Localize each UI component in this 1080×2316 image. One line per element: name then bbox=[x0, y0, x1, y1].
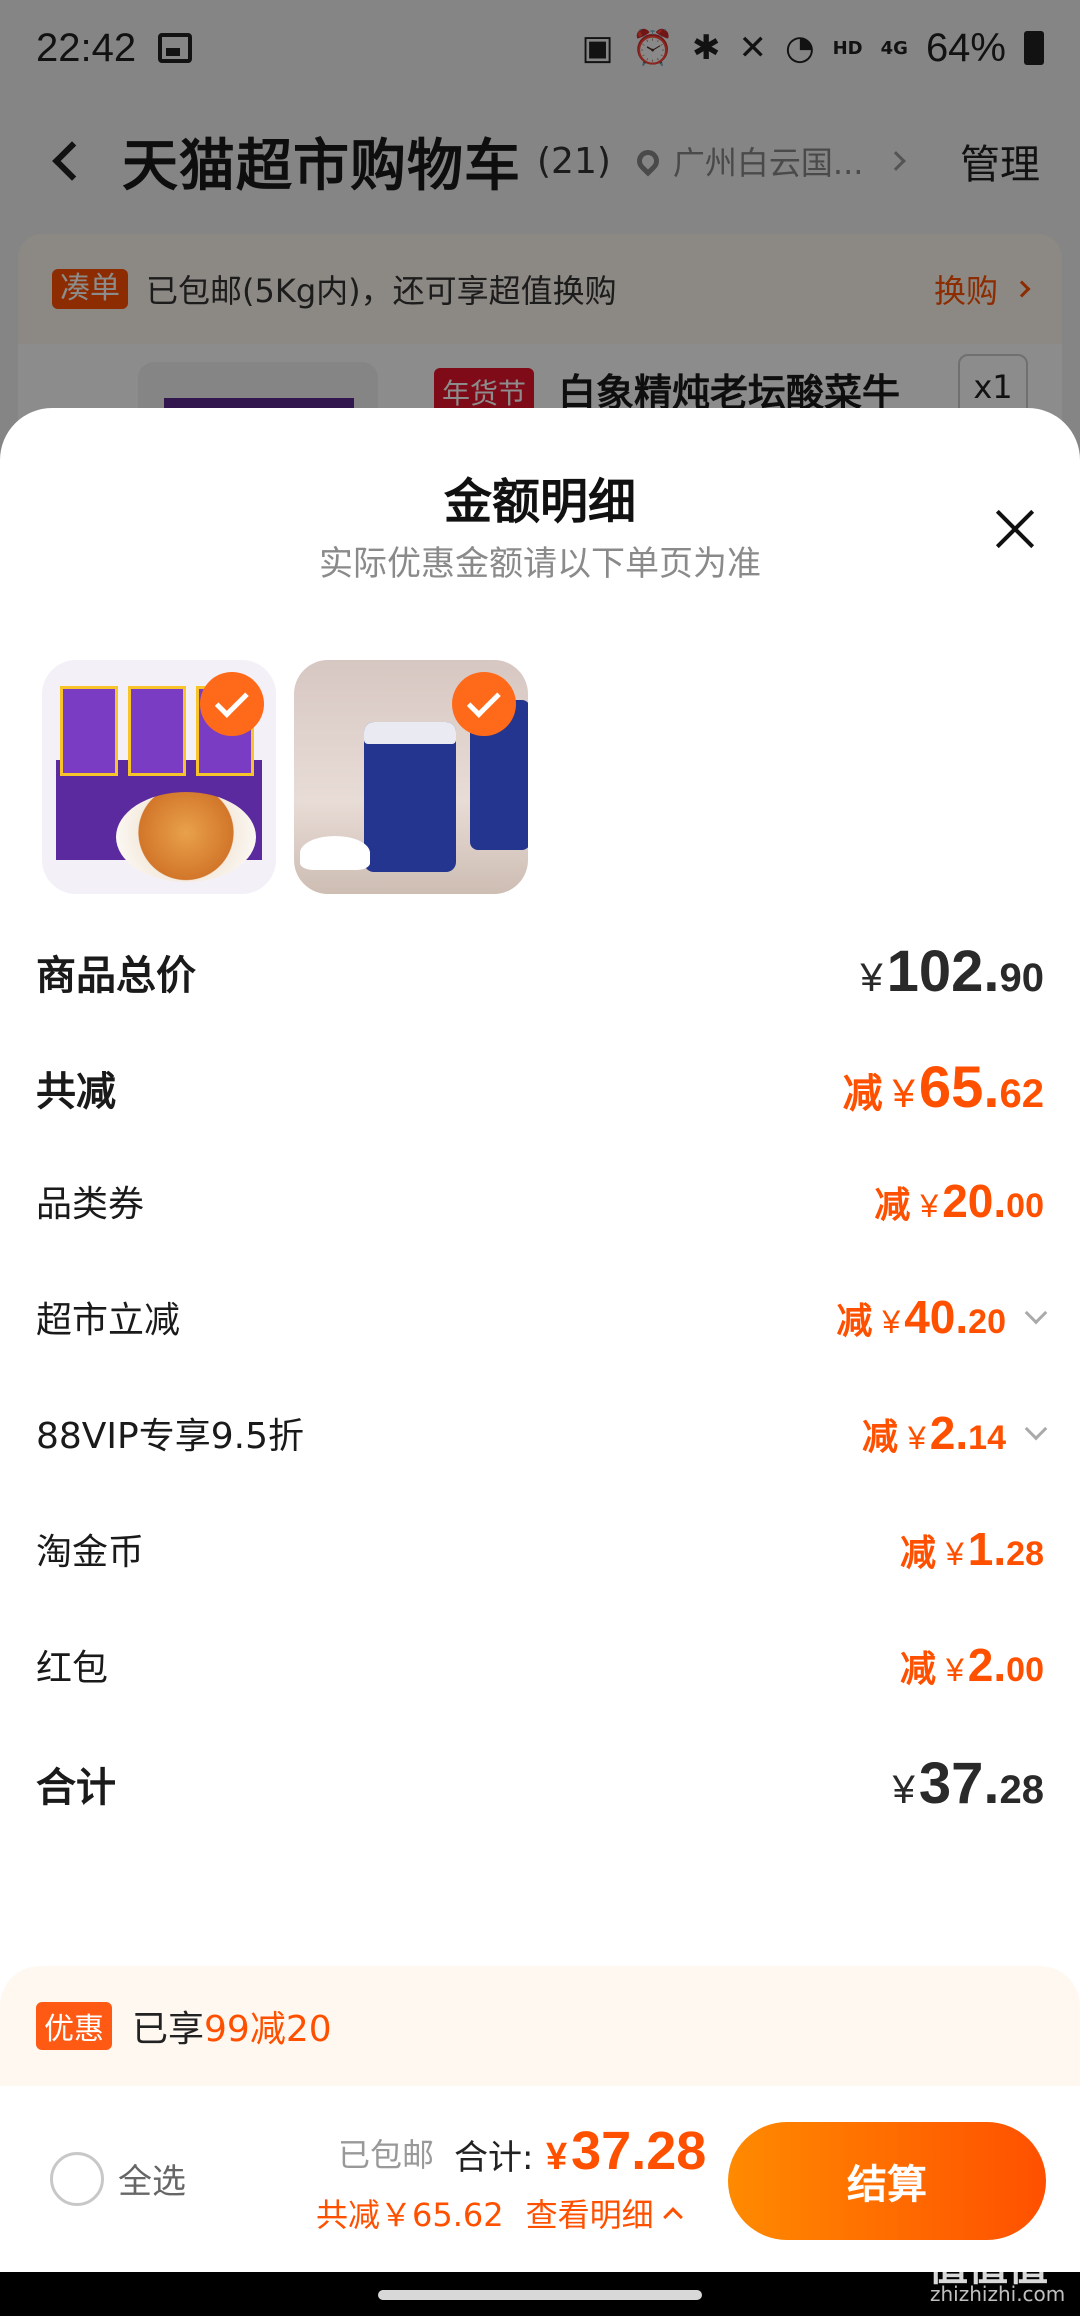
amount-dec: 90 bbox=[999, 956, 1045, 1000]
checkout-button[interactable]: 结算 bbox=[728, 2122, 1046, 2240]
yen-sign: ¥ bbox=[892, 1072, 915, 1116]
minus-prefix: 减 bbox=[874, 1184, 911, 1225]
yen-sign: ¥ bbox=[908, 1420, 926, 1456]
row-taojin-coins: 淘金币 减 ¥1. 28 bbox=[36, 1522, 1044, 1576]
sheet-subtitle: 实际优惠金额请以下单页为准 bbox=[319, 544, 761, 584]
chevron-down-icon[interactable] bbox=[1024, 1301, 1048, 1325]
coupon-summary-bar: 优惠 已享99减20 bbox=[0, 1966, 1080, 2086]
product-image-noodles[interactable] bbox=[42, 660, 276, 894]
minus-prefix: 减 bbox=[899, 1532, 936, 1573]
minus-prefix: 减 bbox=[842, 1072, 883, 1116]
row-label: 88VIP专享9.5折 bbox=[36, 1416, 305, 1457]
minus-prefix: 减 bbox=[861, 1416, 898, 1457]
yen-sign: ¥ bbox=[920, 1188, 939, 1224]
row-category-coupon: 品类券 减 ¥20. 00 bbox=[36, 1174, 1044, 1228]
noodle-pack-graphic bbox=[128, 686, 186, 776]
savings-text: 共减￥65.62 bbox=[316, 2196, 504, 2234]
row-label: 共减 bbox=[36, 1068, 116, 1115]
yen-sign: ¥ bbox=[946, 1652, 964, 1688]
row-value: 减 ¥65. 62 bbox=[843, 1054, 1044, 1121]
amount-int: 65. bbox=[918, 1055, 1000, 1120]
amount-value: 37.28 bbox=[571, 2121, 707, 2181]
watermark-url: zhizhizhi.com bbox=[930, 2282, 1066, 2306]
salt-mound-graphic bbox=[300, 836, 370, 870]
row-value: 减 ¥2. 14 bbox=[861, 1406, 1048, 1460]
amount-dec: 28 bbox=[1006, 1535, 1044, 1573]
amount-dec: 62 bbox=[999, 1072, 1045, 1116]
amount-int: 1. bbox=[967, 1523, 1007, 1575]
product-image-salt[interactable] bbox=[294, 660, 528, 894]
row-value: 减 ¥2. 00 bbox=[900, 1638, 1044, 1692]
check-icon[interactable] bbox=[200, 672, 264, 736]
amount-dec: 28 bbox=[999, 1768, 1045, 1812]
total-amount: ¥37.28 bbox=[546, 2120, 706, 2182]
minus-prefix: 减 bbox=[899, 1648, 936, 1689]
check-icon[interactable] bbox=[452, 672, 516, 736]
minus-prefix: 减 bbox=[836, 1300, 873, 1341]
amount-int: 102. bbox=[886, 939, 1000, 1004]
close-icon[interactable] bbox=[990, 504, 1040, 554]
row-label: 红包 bbox=[36, 1648, 109, 1689]
select-all-label[interactable]: 全选 bbox=[118, 2154, 186, 2203]
yen-sign: ¥ bbox=[946, 1536, 964, 1572]
row-label: 超市立减 bbox=[36, 1300, 181, 1341]
coupon-text: 已享99减20 bbox=[132, 2000, 332, 2052]
row-value: 减 ¥40. 20 bbox=[836, 1290, 1048, 1344]
yen-sign: ¥ bbox=[882, 1304, 901, 1340]
row-subtotal: 商品总价 ¥102. 90 bbox=[36, 938, 1044, 1005]
amount-int: 20. bbox=[942, 1175, 1007, 1227]
salt-can-graphic bbox=[364, 722, 456, 872]
amount-dec: 14 bbox=[968, 1419, 1006, 1457]
row-total: 合计 ¥37. 28 bbox=[36, 1750, 1044, 1817]
row-value: 减 ¥1. 28 bbox=[900, 1522, 1044, 1576]
amount-dec: 20 bbox=[968, 1303, 1006, 1341]
amount-int: 2. bbox=[967, 1639, 1007, 1691]
row-label: 商品总价 bbox=[36, 952, 196, 999]
yen-sign: ¥ bbox=[892, 1768, 915, 1812]
row-value: ¥102. 90 bbox=[860, 938, 1044, 1005]
amount-dec: 00 bbox=[1006, 1651, 1044, 1689]
amount-int: 2. bbox=[929, 1407, 969, 1459]
view-detail-link[interactable]: 查看明细 bbox=[526, 2190, 654, 2236]
savings-line: 共减￥65.62 查看明细 bbox=[316, 2190, 683, 2236]
noodle-bowl-graphic bbox=[116, 792, 256, 882]
row-vip-discount[interactable]: 88VIP专享9.5折 减 ¥2. 14 bbox=[36, 1406, 1048, 1460]
select-all-radio[interactable] bbox=[50, 2152, 104, 2206]
row-value: ¥37. 28 bbox=[893, 1750, 1044, 1817]
row-label: 品类券 bbox=[36, 1184, 145, 1225]
row-value: 减 ¥20. 00 bbox=[874, 1174, 1044, 1228]
yen-sign: ¥ bbox=[860, 956, 883, 1000]
chevron-down-icon[interactable] bbox=[1024, 1417, 1048, 1441]
amount-int: 40. bbox=[904, 1291, 969, 1343]
row-red-packet: 红包 减 ¥2. 00 bbox=[36, 1638, 1044, 1692]
coupon-highlight: 99减20 bbox=[204, 2009, 332, 2050]
row-label: 合计 bbox=[36, 1764, 116, 1811]
coupon-tag: 优惠 bbox=[36, 2002, 112, 2050]
amount-int: 37. bbox=[918, 1751, 1000, 1816]
coupon-prefix: 已享 bbox=[132, 2009, 205, 2050]
chevron-up-icon[interactable] bbox=[662, 2207, 683, 2227]
row-label: 淘金币 bbox=[36, 1532, 145, 1573]
noodle-pack-graphic bbox=[60, 686, 118, 776]
yen-sign: ¥ bbox=[546, 2136, 568, 2178]
total-label: 合计: bbox=[454, 2138, 534, 2178]
home-indicator[interactable] bbox=[378, 2290, 702, 2300]
sheet-title: 金额明细 bbox=[443, 474, 636, 530]
row-total-discount: 共减 减 ¥65. 62 bbox=[36, 1054, 1044, 1121]
free-shipping-label: 已包邮 bbox=[338, 2136, 435, 2174]
amount-dec: 00 bbox=[1006, 1187, 1044, 1225]
checkout-bar: 全选 已包邮 合计: ¥37.28 共减￥65.62 查看明细 结算 bbox=[0, 2086, 1080, 2272]
row-instant-discount[interactable]: 超市立减 减 ¥40. 20 bbox=[36, 1290, 1048, 1344]
